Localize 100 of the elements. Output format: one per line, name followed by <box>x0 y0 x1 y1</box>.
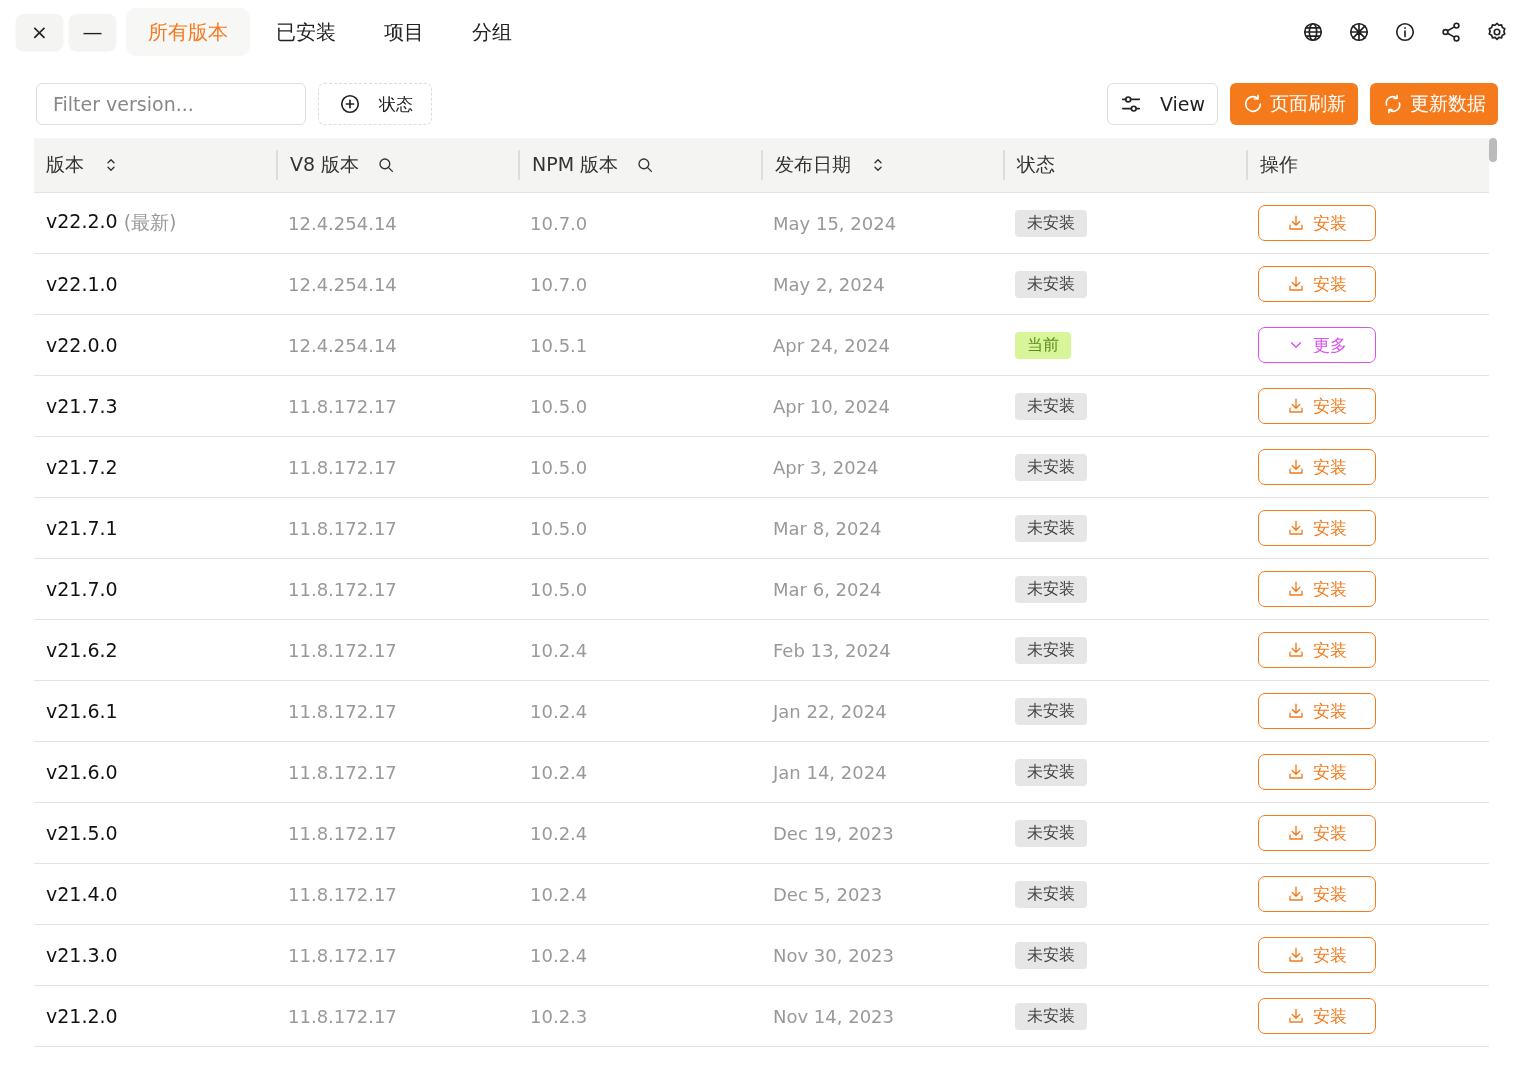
latest-tag: (最新) <box>123 210 177 236</box>
update-data-button[interactable]: 更新数据 <box>1370 83 1498 125</box>
v8-version-cell-text: 11.8.172.17 <box>287 639 398 661</box>
tab[interactable]: 已安装 <box>254 8 358 56</box>
install-button[interactable]: 安装 <box>1258 632 1376 668</box>
install-button[interactable]: 安装 <box>1258 937 1376 973</box>
column-header: V8 版本 <box>290 152 360 177</box>
column-header: NPM 版本 <box>532 152 619 177</box>
column-header: 操作 <box>1260 152 1298 177</box>
version-text: v22.0.0 <box>46 334 118 356</box>
status-badge: 未安装 <box>1015 209 1087 237</box>
v8-version-cell-text: 11.8.172.17 <box>287 578 398 600</box>
sync-icon <box>1382 93 1404 115</box>
v8-version-cell-text: 12.4.254.14 <box>287 334 398 356</box>
version-text: v21.4.0 <box>46 883 118 905</box>
v8-version-cell-text: 11.8.172.17 <box>287 395 398 417</box>
version-text: v21.7.1 <box>46 517 118 539</box>
download-icon <box>1287 458 1305 476</box>
tab[interactable]: 所有版本 <box>126 8 250 56</box>
version-text: v21.6.1 <box>46 700 118 722</box>
download-icon <box>1287 519 1305 537</box>
download-icon <box>1287 275 1305 293</box>
column-header: 状态 <box>1017 152 1055 177</box>
status-filter-button[interactable]: 状态 <box>318 83 432 125</box>
status-badge: 当前 <box>1015 331 1071 359</box>
download-icon <box>1287 763 1305 781</box>
close-button[interactable]: × <box>16 14 63 50</box>
info-icon[interactable] <box>1394 21 1416 43</box>
install-button[interactable]: 安装 <box>1258 815 1376 851</box>
aperture-icon[interactable] <box>1348 21 1370 43</box>
status-badge: 未安装 <box>1015 636 1087 664</box>
release-date-cell-text: Feb 13, 2024 <box>772 639 892 661</box>
v8-version-cell-text: 11.8.172.17 <box>287 700 398 722</box>
release-date-cell-text: Apr 10, 2024 <box>772 395 892 417</box>
status-badge: 未安装 <box>1015 941 1087 969</box>
release-date-cell-text: Apr 24, 2024 <box>772 334 892 356</box>
npm-version-cell-text: 10.2.3 <box>529 1005 589 1027</box>
v8-version-cell-text: 11.8.172.17 <box>287 517 398 539</box>
install-button[interactable]: 安装 <box>1258 449 1376 485</box>
more-button[interactable]: 更多 <box>1258 327 1376 363</box>
status-badge: 未安装 <box>1015 819 1087 847</box>
install-button[interactable]: 安装 <box>1258 876 1376 912</box>
column-header: 发布日期 <box>775 152 851 177</box>
install-button[interactable]: 安装 <box>1258 388 1376 424</box>
status-badge: 未安装 <box>1015 880 1087 908</box>
v8-version-cell-text: 11.8.172.17 <box>287 456 398 478</box>
download-icon <box>1287 580 1305 598</box>
version-text: v21.3.0 <box>46 944 118 966</box>
npm-version-cell-text: 10.7.0 <box>529 212 589 234</box>
release-date-cell-text: Apr 3, 2024 <box>772 456 880 478</box>
release-date-cell-text: Jan 14, 2024 <box>771 761 888 783</box>
status-badge: 未安装 <box>1015 1002 1087 1030</box>
search-icon[interactable] <box>377 156 396 174</box>
version-text: v21.2.0 <box>46 1005 118 1027</box>
version-text: v21.7.3 <box>46 395 118 417</box>
install-button[interactable]: 安装 <box>1258 205 1376 241</box>
npm-version-cell-text: 10.5.0 <box>529 578 589 600</box>
install-button[interactable]: 安装 <box>1258 571 1376 607</box>
npm-version-cell-text: 10.2.4 <box>529 700 589 722</box>
status-badge: 未安装 <box>1015 697 1087 725</box>
status-badge: 未安装 <box>1015 758 1087 786</box>
install-button[interactable]: 安装 <box>1258 693 1376 729</box>
download-icon <box>1287 885 1305 903</box>
v8-version-cell-text: 12.4.254.14 <box>287 273 398 295</box>
release-date-cell-text: Dec 5, 2023 <box>772 883 884 905</box>
sliders-icon <box>1119 93 1142 115</box>
release-date-cell-text: Mar 8, 2024 <box>772 517 883 539</box>
npm-version-cell-text: 10.2.4 <box>529 883 589 905</box>
release-date-cell-text: Jan 22, 2024 <box>771 700 888 722</box>
release-date-cell-text: May 2, 2024 <box>772 273 886 295</box>
v8-version-cell-text: 11.8.172.17 <box>287 883 398 905</box>
npm-version-cell-text: 10.7.0 <box>529 273 589 295</box>
search-icon[interactable] <box>636 156 655 174</box>
tab[interactable]: 项目 <box>362 8 446 56</box>
npm-version-cell-text: 10.5.0 <box>529 517 589 539</box>
install-button[interactable]: 安装 <box>1258 266 1376 302</box>
version-text: v22.1.0 <box>46 273 118 295</box>
share-icon[interactable] <box>1440 21 1462 43</box>
version-text: v21.7.2 <box>46 456 118 478</box>
scrollbar-thumb[interactable] <box>1489 138 1497 162</box>
minimize-button[interactable]: — <box>69 14 116 50</box>
install-button[interactable]: 安装 <box>1258 754 1376 790</box>
view-button[interactable]: View <box>1106 83 1218 125</box>
refresh-button[interactable]: 页面刷新 <box>1230 83 1358 125</box>
v8-version-cell-text: 11.8.172.17 <box>287 944 398 966</box>
v8-version-cell-text: 11.8.172.17 <box>287 1005 398 1027</box>
tab[interactable]: 分组 <box>450 8 534 56</box>
filter-field[interactable]: Filter version... <box>36 83 306 125</box>
npm-version-cell-text: 10.2.4 <box>529 761 589 783</box>
install-button[interactable]: 安装 <box>1258 998 1376 1034</box>
globe-icon[interactable] <box>1302 21 1324 43</box>
install-button[interactable]: 安装 <box>1258 510 1376 546</box>
settings-icon[interactable] <box>1486 21 1508 43</box>
download-icon <box>1287 824 1305 842</box>
npm-version-cell-text: 10.5.1 <box>529 334 589 356</box>
status-badge: 未安装 <box>1015 575 1087 603</box>
version-text: v21.5.0 <box>46 822 118 844</box>
npm-version-cell-text: 10.2.4 <box>529 822 589 844</box>
version-text: v21.6.2 <box>46 639 118 661</box>
plus-circle-icon <box>339 93 361 115</box>
